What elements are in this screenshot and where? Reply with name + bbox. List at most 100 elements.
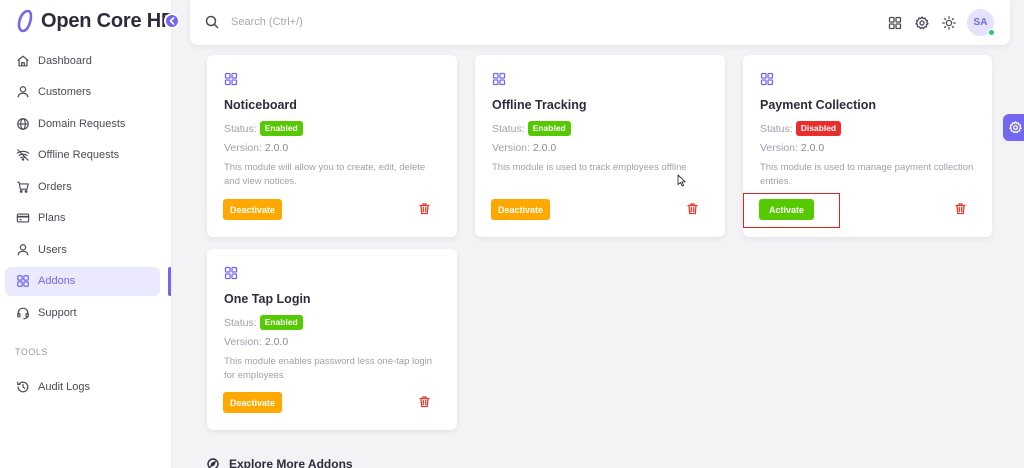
sidebar-item-domain-requests[interactable]: Domain Requests — [5, 109, 160, 138]
mouse-cursor-icon — [677, 174, 686, 187]
credit-card-icon — [16, 213, 30, 223]
top-icons: SA — [876, 9, 995, 36]
gear-icon — [1008, 121, 1022, 134]
gear-icon — [915, 15, 929, 29]
sidebar-item-label: Dashboard — [38, 54, 92, 67]
compass-icon — [207, 458, 219, 468]
sidebar-item-orders[interactable]: Orders — [5, 172, 160, 201]
sidebar-item-label: Orders — [38, 180, 72, 193]
search-input[interactable] — [231, 12, 531, 32]
customizer-button[interactable] — [1003, 114, 1024, 141]
status-badge: Enabled — [527, 121, 571, 136]
active-indicator — [168, 267, 171, 296]
grid-icon — [224, 72, 238, 86]
trash-icon[interactable] — [686, 202, 699, 215]
sidebar-item-label: Domain Requests — [38, 117, 126, 130]
grid-icon — [224, 266, 238, 280]
online-status-dot — [988, 29, 995, 36]
home-icon — [17, 55, 29, 66]
sidebar-item-plans[interactable]: Plans — [5, 204, 160, 233]
addon-title: Payment Collection — [760, 98, 876, 112]
addon-card-noticeboard: Noticeboard Status: Enabled Version: 2.0… — [207, 55, 457, 237]
headset-icon — [17, 307, 29, 319]
trash-icon[interactable] — [418, 202, 431, 215]
status-badge: Disabled — [795, 121, 842, 136]
sidebar-item-label: Customers — [38, 86, 92, 98]
version-label: Version: — [492, 142, 530, 154]
status-label: Status: — [492, 122, 525, 135]
shortcuts-button[interactable] — [887, 15, 903, 31]
status-row: Status: Enabled — [224, 315, 441, 330]
addon-card-one-tap-login: One Tap Login Status: Enabled Version: 2… — [207, 249, 457, 430]
addon-title: Offline Tracking — [492, 98, 587, 112]
trash-icon[interactable] — [418, 395, 431, 408]
addon-title: Noticeboard — [224, 98, 297, 112]
sidebar-item-audit-logs[interactable]: Audit Logs — [5, 372, 160, 401]
status-badge: Enabled — [259, 315, 303, 330]
addon-description: This module is used to manage payment co… — [760, 162, 974, 187]
sidebar-item-support[interactable]: Support — [5, 298, 160, 327]
grid-icon — [17, 275, 29, 287]
version-value: 2.0.0 — [264, 336, 289, 348]
sidebar-item-customers[interactable]: Customers — [5, 78, 160, 107]
explore-addons-heading: Explore More Addons — [207, 457, 353, 468]
sidebar-item-label: Addons — [38, 275, 76, 287]
sidebar-tools-nav: Audit Logs — [5, 372, 160, 404]
trash-icon[interactable] — [954, 202, 967, 215]
sidebar-item-label: Support — [38, 306, 77, 319]
grid-icon — [760, 72, 774, 86]
explore-label: Explore More Addons — [229, 457, 353, 468]
sidebar-section-label: TOOLS — [15, 347, 48, 357]
status-row: Status: Disabled — [760, 121, 976, 136]
brand-name: Open Core HR — [41, 9, 176, 32]
addon-description: This module will allow you to create, ed… — [224, 162, 426, 187]
version-label: Version: — [224, 336, 262, 348]
sidebar-nav: Dashboard Customers Domain Requests Offl… — [5, 46, 160, 330]
status-label: Status: — [760, 122, 793, 135]
avatar-initials: SA — [973, 17, 988, 28]
addon-description: This module enables password less one-ta… — [224, 356, 433, 381]
version-value: 2.0.0 — [532, 142, 557, 154]
sidebar: Open Core HR Dashboard Customers Domain … — [0, 0, 175, 468]
sun-icon — [942, 15, 956, 30]
theme-toggle-button[interactable] — [941, 15, 957, 31]
history-icon — [17, 381, 29, 392]
version-row: Version: 2.0.0 — [224, 336, 441, 348]
deactivate-button[interactable]: Deactivate — [491, 199, 551, 220]
grid-icon — [888, 16, 902, 29]
version-row: Version: 2.0.0 — [760, 142, 976, 154]
status-label: Status: — [224, 122, 257, 135]
brand-logo-icon — [17, 9, 33, 33]
version-value: 2.0.0 — [800, 142, 825, 154]
sidebar-item-users[interactable]: Users — [5, 235, 160, 264]
user-icon — [17, 243, 29, 255]
sidebar-item-label: Audit Logs — [38, 380, 90, 393]
top-navbar: SA — [190, 0, 1010, 45]
sidebar-item-label: Plans — [38, 212, 66, 224]
sidebar-item-addons[interactable]: Addons — [5, 266, 160, 296]
chevron-left-icon — [169, 17, 175, 25]
status-badge: Enabled — [259, 121, 303, 136]
version-value: 2.0.0 — [264, 142, 289, 154]
cart-icon — [17, 181, 29, 193]
user-icon — [17, 86, 29, 98]
addon-title: One Tap Login — [224, 292, 311, 306]
deactivate-button[interactable]: Deactivate — [223, 392, 283, 413]
avatar[interactable]: SA — [967, 9, 995, 36]
sidebar-item-dashboard[interactable]: Dashboard — [5, 46, 160, 75]
sidebar-item-label: Offline Requests — [38, 149, 120, 161]
search-icon[interactable] — [205, 15, 219, 29]
deactivate-button[interactable]: Deactivate — [223, 199, 283, 220]
sidebar-item-label: Users — [38, 243, 67, 256]
brand[interactable]: Open Core HR — [16, 6, 175, 36]
version-row: Version: 2.0.0 — [224, 142, 441, 154]
settings-button[interactable] — [914, 15, 930, 31]
version-label: Version: — [760, 142, 798, 154]
status-label: Status: — [224, 316, 257, 329]
version-label: Version: — [224, 142, 262, 154]
collapse-sidebar-button[interactable] — [164, 13, 180, 29]
highlight-annotation — [743, 193, 840, 228]
globe-icon — [17, 117, 29, 130]
sidebar-item-offline-requests[interactable]: Offline Requests — [5, 141, 160, 170]
version-row: Version: 2.0.0 — [492, 142, 709, 154]
